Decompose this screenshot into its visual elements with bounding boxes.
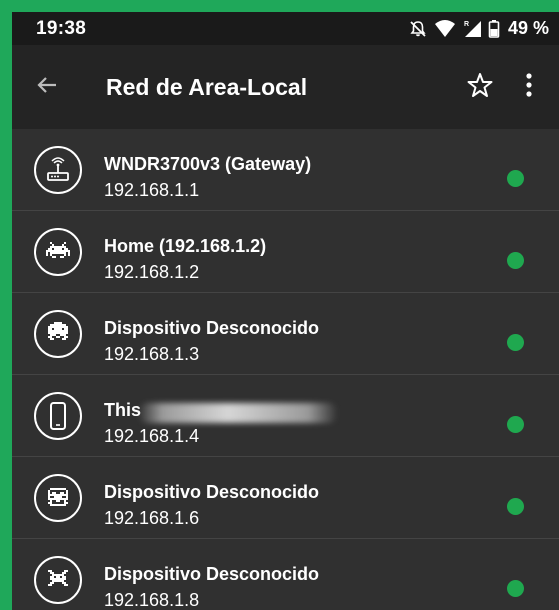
device-row[interactable]: Home (192.168.1.2) 192.168.1.2 [12,211,559,293]
battery-icon [488,19,500,39]
space-invader-icon [34,556,82,604]
status-bar: 19:38 R 49 % [12,12,559,45]
phone-icon [34,392,82,440]
device-row[interactable]: This 192.168.1.4 [12,375,559,457]
more-options-button[interactable] [505,45,553,129]
device-list: WNDR3700v3 (Gateway) 192.168.1.1 Home (1… [12,129,559,610]
device-ip: 192.168.1.3 [104,344,200,364]
online-status-dot [507,252,524,269]
more-vert-icon [525,72,533,103]
status-icons: R 49 % [408,18,549,39]
arrow-back-icon [35,73,59,102]
online-status-dot [507,498,524,515]
star-icon [467,72,493,103]
device-row[interactable]: Dispositivo Desconocido 192.168.1.6 [12,457,559,539]
device-ip: 192.168.1.6 [104,508,200,528]
device-name: WNDR3700v3 (Gateway) [104,154,312,174]
online-status-dot [507,334,524,351]
device-name: Dispositivo Desconocido [104,482,320,502]
device-ip: 192.168.1.8 [104,590,200,610]
space-invader-icon [34,474,82,522]
svg-text:R: R [464,21,469,28]
space-invader-icon [34,310,82,358]
device-ip: 192.168.1.2 [104,262,200,282]
space-invader-icon [34,228,82,276]
battery-percent: 49 % [507,18,549,38]
favorite-button[interactable] [455,45,505,129]
device-name: Dispositivo Desconocido [104,318,320,338]
router-icon [34,146,82,194]
device-row[interactable]: Dispositivo Desconocido 192.168.1.3 [12,293,559,375]
online-status-dot [507,170,524,187]
device-row[interactable]: WNDR3700v3 (Gateway) 192.168.1.1 [12,129,559,211]
online-status-dot [507,416,524,433]
wifi-icon [434,19,456,39]
device-name: Home (192.168.1.2) [104,236,267,256]
back-button[interactable] [14,45,80,129]
online-status-dot [507,580,524,597]
redaction-blur [138,403,338,423]
app-bar: Red de Area-Local [12,45,559,129]
notifications-off-icon [408,19,428,39]
screen: 19:38 R 49 % Red de Area-Local WNDR3700v… [12,12,559,610]
device-ip: 192.168.1.1 [104,180,200,200]
device-name: Dispositivo Desconocido [104,564,320,584]
cell-signal-icon: R [462,19,482,39]
device-ip: 192.168.1.4 [104,426,200,446]
device-name: This [104,400,142,420]
device-row[interactable]: Dispositivo Desconocido 192.168.1.8 [12,539,559,610]
page-title: Red de Area-Local [106,73,308,100]
status-time: 19:38 [36,17,87,39]
